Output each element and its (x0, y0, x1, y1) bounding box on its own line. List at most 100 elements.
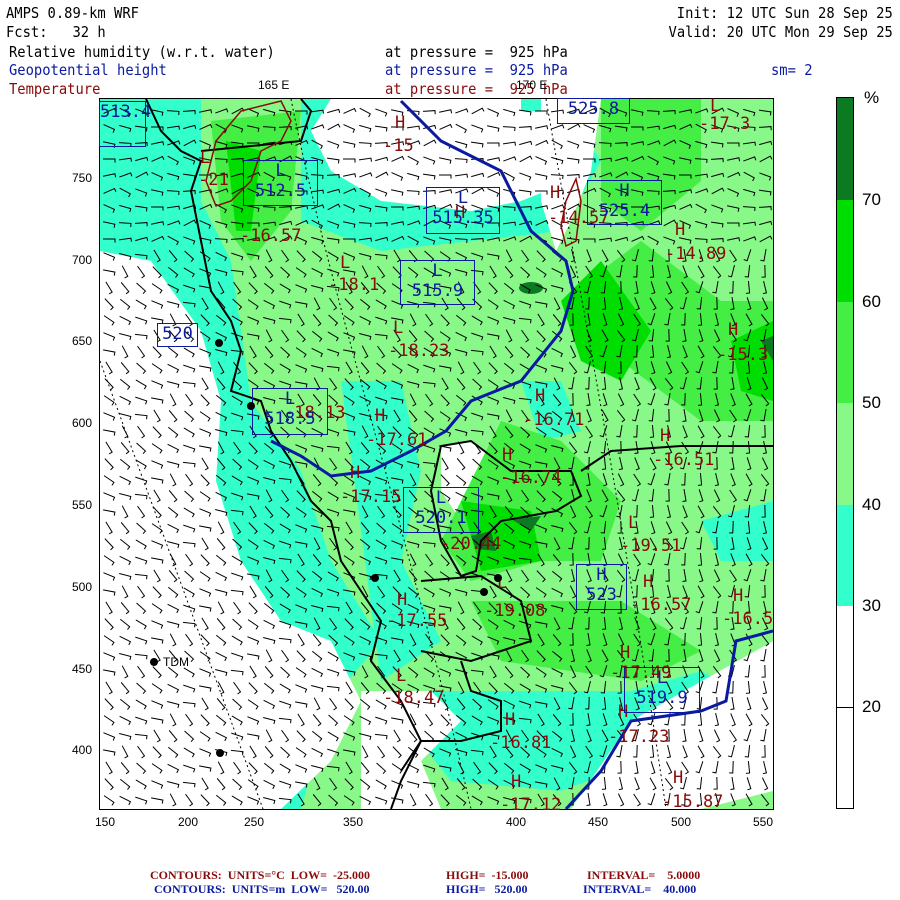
station-dot (371, 574, 379, 582)
y-tick: 400 (72, 743, 93, 757)
temp-center-marker: H (535, 386, 546, 406)
height-center-value: 520.1 (415, 508, 467, 528)
y-tick: 550 (72, 498, 93, 512)
temp-center-value: -17.15 (340, 487, 402, 507)
temp-center-value: -15 (383, 136, 414, 156)
valid-time: Valid: 20 UTC Mon 29 Sep 25 (668, 23, 893, 41)
temp-center-value: -16.71 (523, 410, 585, 430)
field-height-level: at pressure = 925 hPa (385, 61, 568, 79)
height-center-value: 523 (586, 585, 617, 605)
temp-center-value: -19.08 (484, 601, 546, 621)
station-label-tdm: TDM (163, 655, 189, 669)
field-height-name: Geopotential height (9, 61, 167, 79)
colorbar-label: 20 (862, 697, 881, 716)
init-time: Init: 12 UTC Sun 28 Sep 25 (676, 4, 893, 22)
colorbar-label: 70 (862, 190, 881, 209)
model-title: AMPS 0.89-km WRF (6, 4, 139, 22)
colorbar-50-60 (836, 302, 854, 403)
station-dot (216, 749, 224, 757)
temp-center-marker: L (710, 96, 721, 116)
height-center-type: H (619, 181, 630, 201)
height-center-value: 515.35 (432, 208, 494, 228)
x-tick: 400 (506, 815, 527, 829)
longitude-label-165e: 165 E (258, 78, 290, 92)
height-center-box: H 523 (576, 564, 627, 610)
height-center-type: L (284, 389, 296, 409)
colorbar-unit: % (864, 88, 880, 107)
height-center-type: H (596, 565, 607, 585)
temp-center-value: -17.61 (366, 430, 428, 450)
temp-center-value: -16.74 (500, 468, 562, 488)
temp-center-value: -16.81 (490, 733, 552, 753)
colorbar-label: 60 (862, 292, 881, 311)
temp-center-marker: L (340, 253, 351, 273)
temp-center-value: -17.23 (608, 727, 670, 747)
colorbar-70-plus (836, 97, 854, 201)
height-center-value: 518.5 (264, 409, 316, 429)
height-center-value: 525.8 (567, 99, 620, 119)
height-center-box: L 520.1 (403, 487, 479, 533)
temp-center-marker: H (643, 572, 654, 592)
height-center-box: L 519.9 (624, 667, 700, 713)
temp-center-marker: H (550, 183, 561, 203)
colorbar-label: 50 (862, 393, 881, 412)
field-rh-name: Relative humidity (w.r.t. water) (9, 43, 275, 61)
temp-center-marker: H (620, 643, 631, 663)
height-center-box: 520 (157, 323, 198, 347)
temp-center-value: -16.57 (240, 226, 302, 246)
temp-center-marker: H (733, 586, 744, 606)
temp-center-marker: H (350, 463, 361, 483)
y-tick: 750 (72, 171, 93, 185)
x-tick: 250 (244, 815, 265, 829)
temp-center-value: -15.87 (662, 792, 724, 812)
height-center-type: L (656, 668, 668, 688)
temp-center-value: -18.23 (388, 341, 450, 361)
station-dot (247, 402, 255, 410)
height-center-box: H 525.4 (587, 180, 662, 225)
footer-height-contours: CONTOURS: UNITS=m LOW= 520.00 (154, 882, 370, 896)
longitude-label-170e: 170 E (516, 78, 548, 92)
temp-center-value: -21 (198, 170, 229, 190)
height-center-box: L 515.35 (426, 187, 500, 234)
height-center-box: L 518.5 (252, 388, 328, 435)
temp-center-value: -16.5 (722, 609, 774, 629)
temp-center-marker: H (660, 426, 671, 446)
station-dot (494, 574, 502, 582)
height-center-box: L 512.5 (243, 160, 318, 206)
footer-height-interval: INTERVAL= 40.000 (583, 882, 697, 896)
y-tick: 450 (72, 662, 93, 676)
y-tick: 700 (72, 253, 93, 267)
height-center-box: 513.4 (99, 101, 152, 147)
height-center-box: L 515.9 (400, 260, 475, 305)
y-tick: 600 (72, 416, 93, 430)
y-tick: 650 (72, 334, 93, 348)
temp-center-value: -17.12 (500, 795, 562, 815)
temp-center-marker: H (502, 445, 513, 465)
height-center-value: 513.4 (100, 102, 152, 122)
x-tick: 550 (753, 815, 774, 829)
temp-center-value: -17.55 (386, 611, 448, 631)
temp-center-value: -17.3 (699, 114, 751, 134)
temp-center-value: -15.3 (717, 345, 769, 365)
temp-center-marker: H (675, 220, 686, 240)
temp-center-marker: H (375, 406, 386, 426)
x-tick: 150 (95, 815, 116, 829)
temp-center-marker: L (396, 666, 407, 686)
height-center-type: L (275, 161, 286, 181)
footer-temp-high: HIGH= -15.000 (446, 868, 529, 882)
smoothing-label: sm= 2 (771, 61, 813, 79)
x-tick: 350 (343, 815, 364, 829)
temp-center-marker: H (397, 590, 408, 610)
temp-center-value: -19.51 (620, 536, 682, 556)
footer-temp-contours: CONTOURS: UNITS=°C LOW= -25.000 (150, 868, 370, 882)
temp-center-value: -14.89 (665, 244, 727, 264)
height-center-box: 525.8 (557, 98, 630, 124)
height-center-value: 525.4 (598, 201, 651, 221)
x-tick: 500 (671, 815, 692, 829)
x-tick: 450 (588, 815, 609, 829)
temp-center-marker: H (673, 768, 684, 788)
colorbar-label: 30 (862, 596, 881, 615)
x-tick: 200 (178, 815, 199, 829)
temp-center-value: -16.51 (653, 450, 715, 470)
height-center-type: L (457, 188, 469, 208)
